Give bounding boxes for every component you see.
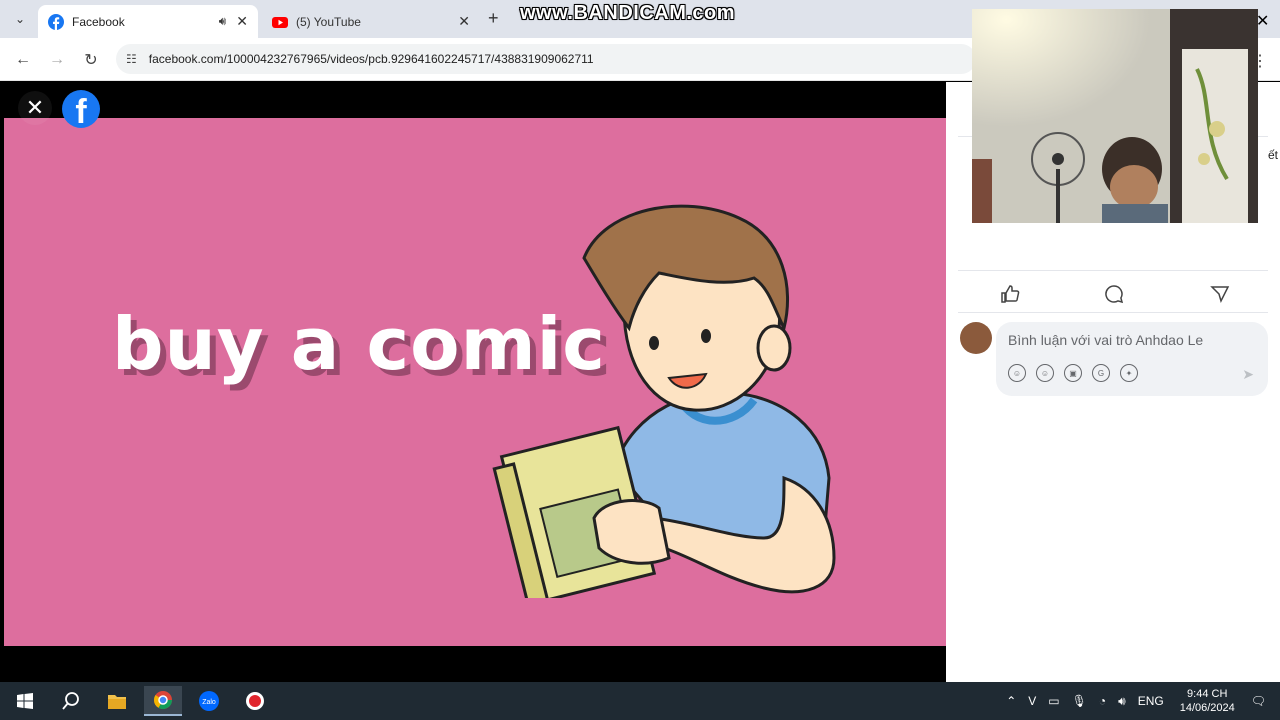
chevron-up-icon[interactable]: ⌃	[1006, 694, 1016, 708]
sticker-icon[interactable]: ✦	[1120, 364, 1138, 382]
avatar-sticker-icon[interactable]: ☺	[1008, 364, 1026, 382]
new-tab-button[interactable]: +	[488, 8, 499, 29]
video-frame[interactable]: buy a comic	[4, 118, 946, 646]
facebook-logo-icon[interactable]: f	[62, 90, 100, 128]
divider	[958, 312, 1268, 313]
close-video-icon[interactable]: ✕	[18, 91, 52, 125]
recording-watermark: www.BANDICAM.com	[520, 2, 736, 24]
video-player[interactable]: buy a comic ✕ f	[0, 82, 946, 682]
webcam-close-icon[interactable]: ✕	[1256, 11, 1269, 31]
search-icon[interactable]	[52, 686, 90, 716]
camera-icon[interactable]: ▣	[1064, 364, 1082, 382]
clock-date: 14/06/2024	[1179, 702, 1235, 714]
volume-icon[interactable]: 🔊︎	[1118, 694, 1126, 709]
tab-close-icon[interactable]: ✕	[236, 13, 248, 30]
microphone-icon[interactable]: 🎙︎	[1072, 694, 1087, 708]
boy-reading-book-illustration	[492, 204, 836, 598]
tab-youtube[interactable]: (5) YouTube ✕	[262, 5, 480, 38]
share-icon[interactable]	[1208, 282, 1232, 306]
language-indicator[interactable]: ENG	[1138, 694, 1164, 708]
address-bar[interactable]: ☷ facebook.com/100004232767965/videos/pc…	[116, 44, 976, 74]
zalo-icon[interactable]: Zalo	[190, 686, 228, 716]
avatar[interactable]	[960, 322, 992, 354]
webcam-feed-image	[972, 9, 1258, 223]
youtube-icon	[272, 16, 288, 28]
tab-facebook[interactable]: Facebook 🔊︎ ✕	[38, 5, 258, 38]
battery-icon[interactable]: ▭	[1048, 694, 1059, 708]
system-tray: ⌃ V ▭ 🎙︎ ◔ 🔊︎ ENG 9:44 CH 14/06/2024 🗨︎	[1000, 682, 1280, 720]
speaker-icon[interactable]: 🔊︎	[219, 14, 227, 29]
comment-toolbar: ☺ ☺ ▣ G ✦	[1008, 364, 1138, 382]
file-explorer-icon[interactable]	[98, 686, 136, 716]
gif-icon[interactable]: G	[1092, 364, 1110, 382]
screen: ⌄ Facebook 🔊︎ ✕ (5) YouTube ✕ + www.BAND…	[0, 0, 1280, 720]
site-settings-icon[interactable]: ☷	[126, 52, 137, 66]
tab-title: (5) YouTube	[296, 14, 361, 29]
like-icon[interactable]	[998, 282, 1022, 306]
clock-time: 9:44 CH	[1187, 688, 1228, 700]
chrome-icon[interactable]	[144, 686, 182, 716]
send-icon[interactable]: ➤	[1242, 366, 1254, 383]
url-text[interactable]: facebook.com/100004232767965/videos/pcb.…	[149, 52, 594, 66]
divider	[958, 270, 1268, 271]
emoji-icon[interactable]: ☺	[1036, 364, 1054, 382]
forward-arrow-icon[interactable]: →	[46, 49, 68, 71]
comment-input[interactable]: Bình luận với vai trò Anhdao Le ☺ ☺ ▣ G …	[996, 322, 1268, 396]
bandicam-record-icon[interactable]	[236, 686, 274, 716]
reload-icon[interactable]: ↻	[80, 49, 102, 71]
network-v-icon[interactable]: V	[1028, 694, 1036, 708]
facebook-icon	[48, 13, 64, 30]
windows-start-icon[interactable]	[6, 686, 44, 716]
partial-panel-text: ết	[1267, 148, 1278, 162]
wifi-icon[interactable]: ◔	[1099, 694, 1106, 708]
windows-taskbar: Zalo ⌃ V ▭ 🎙︎ ◔ 🔊︎ ENG 9:44 CH 14/06/202…	[0, 682, 1280, 720]
comment-icon[interactable]	[1102, 282, 1126, 306]
svg-text:Zalo: Zalo	[202, 699, 216, 706]
webcam-overlay	[972, 9, 1258, 223]
notifications-icon[interactable]: 🗨︎	[1251, 694, 1266, 708]
tab-close-icon[interactable]: ✕	[458, 13, 470, 30]
tab-title: Facebook	[72, 14, 125, 29]
back-arrow-icon[interactable]: ←	[12, 49, 34, 71]
clock[interactable]: 9:44 CH 14/06/2024	[1180, 687, 1235, 715]
comment-placeholder: Bình luận với vai trò Anhdao Le	[1008, 332, 1204, 348]
tab-search-icon[interactable]: ⌄	[8, 7, 32, 31]
